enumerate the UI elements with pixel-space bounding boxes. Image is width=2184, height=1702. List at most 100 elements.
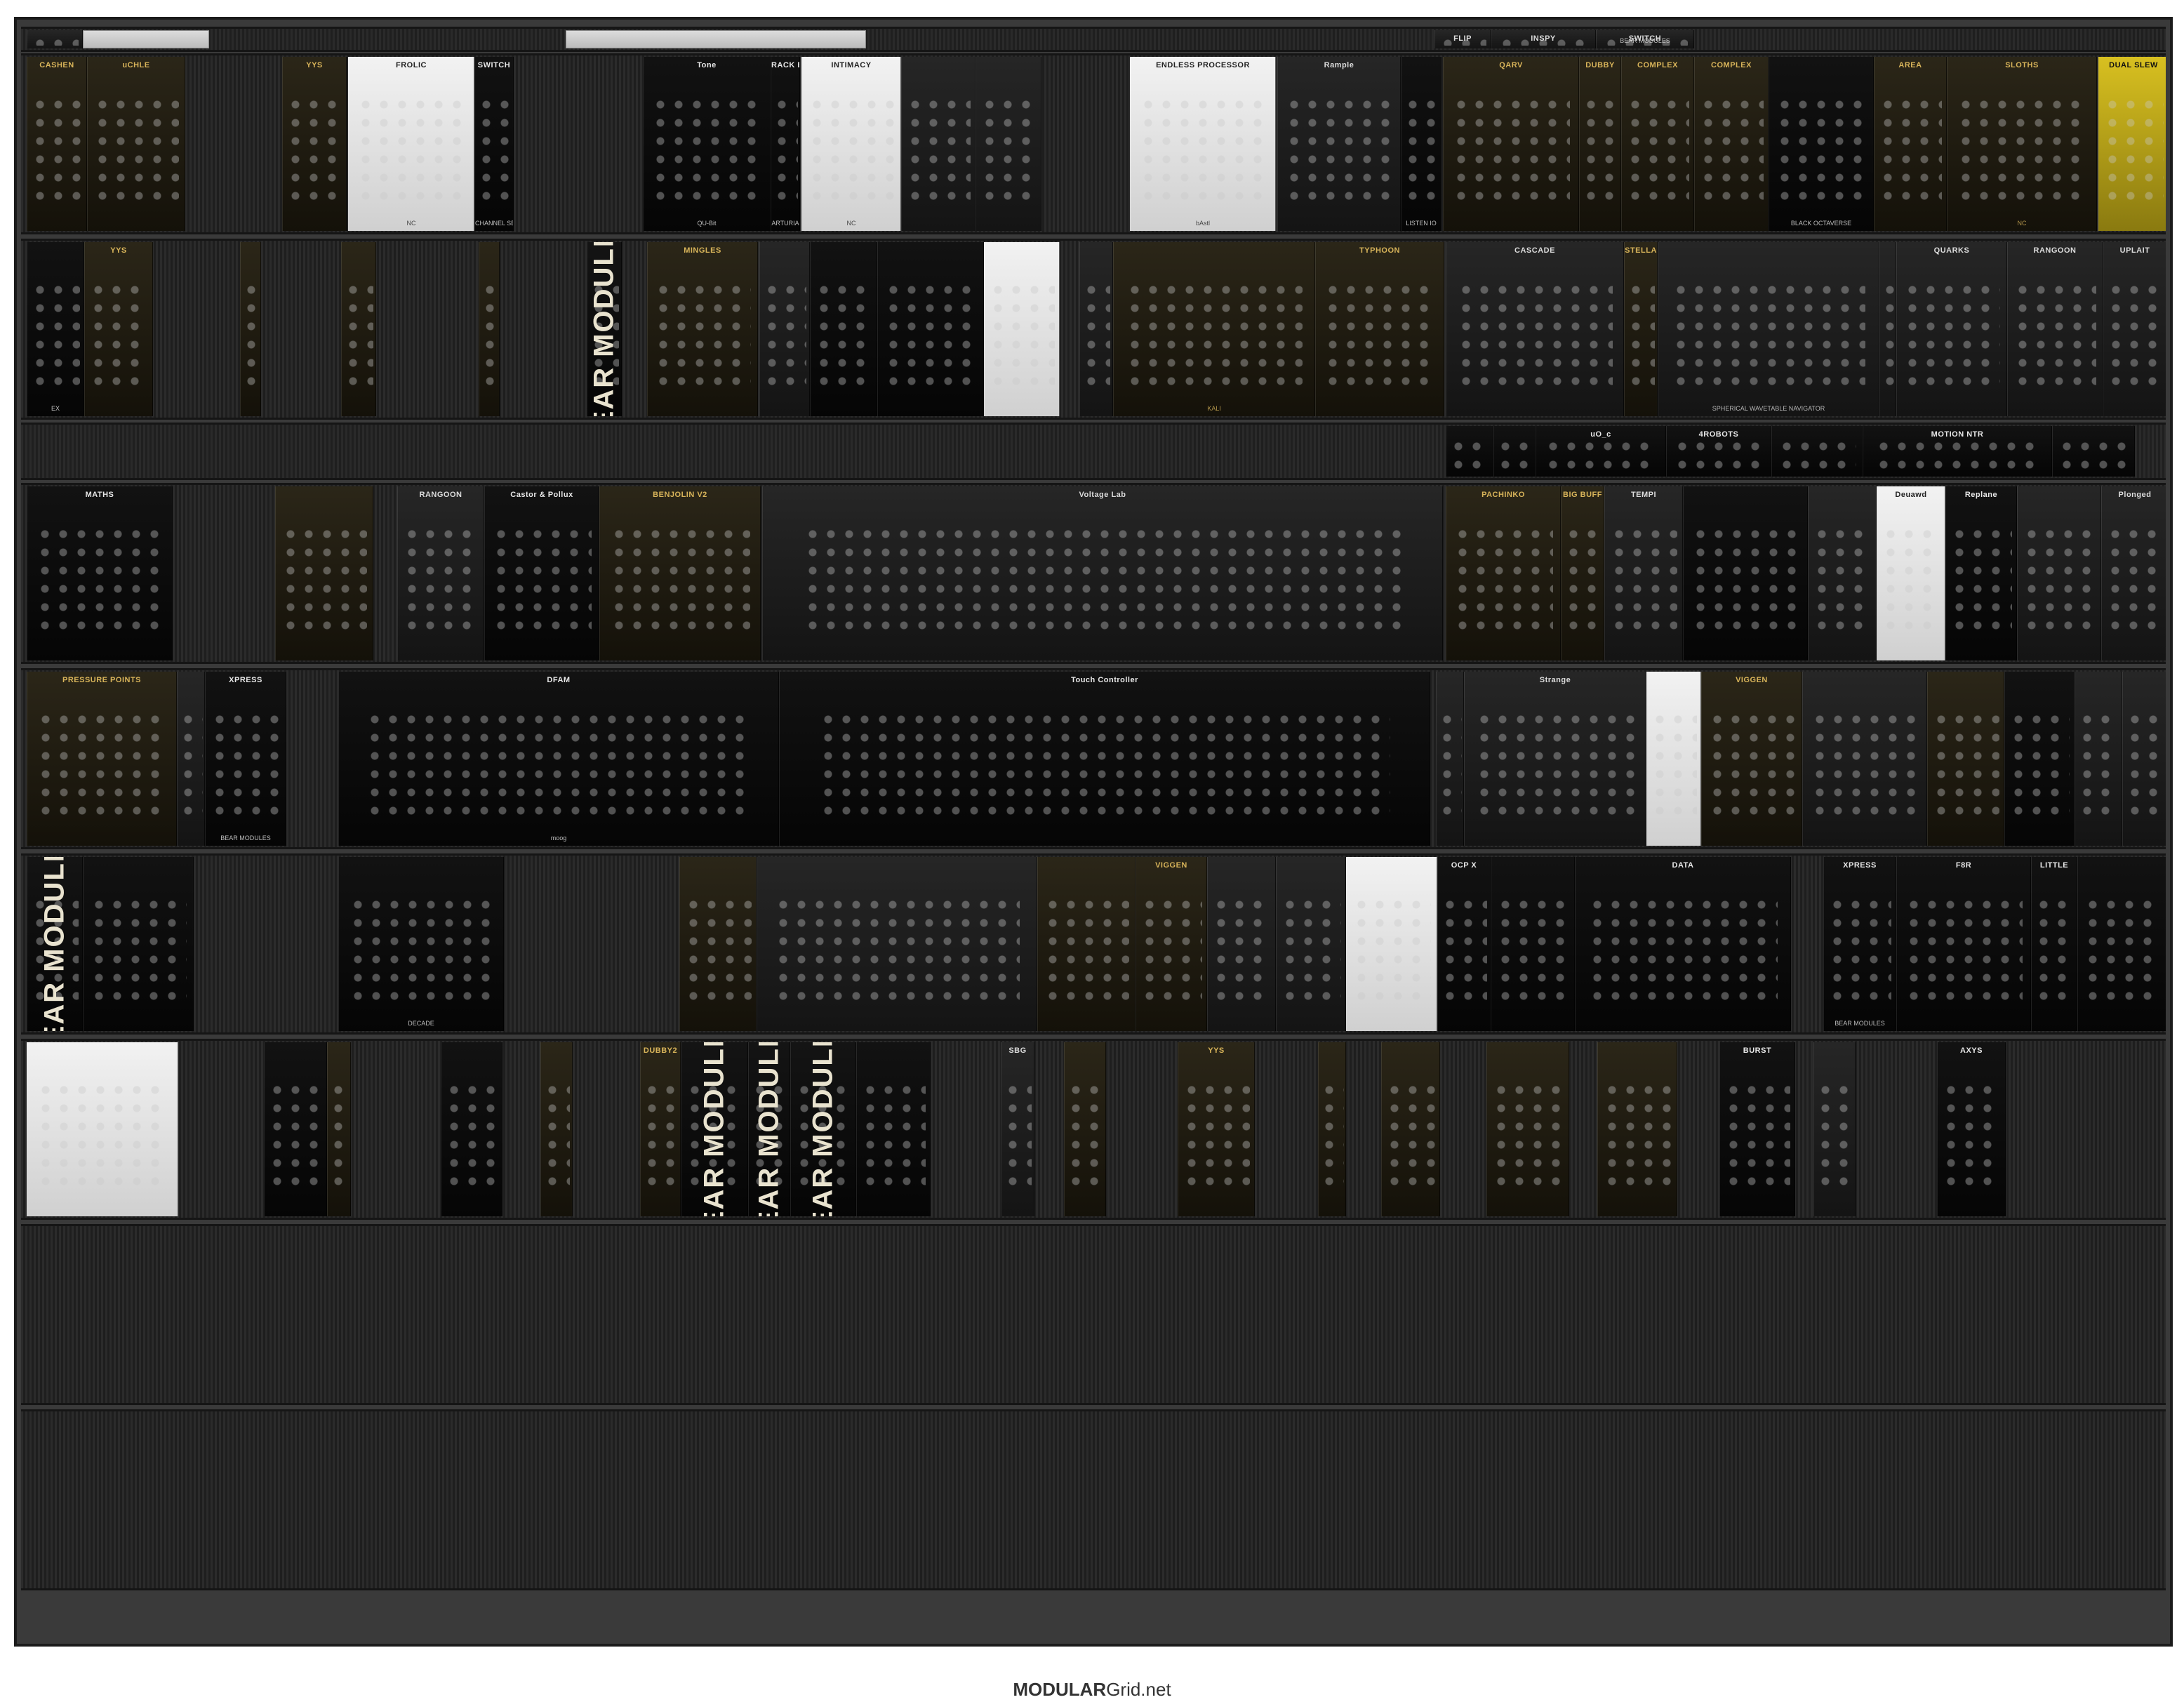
module-row-8-12[interactable] xyxy=(1064,1042,1106,1216)
module-row-3-4[interactable] xyxy=(341,242,376,416)
module-row-2-11[interactable]: ENDLESS PROCESSOR bAstl xyxy=(1130,57,1276,231)
module-row-4-1[interactable] xyxy=(1446,426,1493,477)
module-row-7-10[interactable] xyxy=(1346,857,1437,1031)
module-row-7-9[interactable] xyxy=(1276,857,1346,1031)
module-row-7-3[interactable]: DECADE xyxy=(338,857,504,1031)
module-row-7-5[interactable] xyxy=(757,857,1037,1031)
module-row-3-6[interactable]: BEAR MODULES xyxy=(587,242,622,416)
module-row-8-11[interactable]: SBG xyxy=(1001,1042,1034,1216)
module-row-1-2[interactable] xyxy=(83,30,209,48)
module-row-3-18[interactable] xyxy=(1879,242,1896,416)
module-row-8-9[interactable]: BEAR MODULES xyxy=(790,1042,856,1216)
module-row-5-15[interactable]: Plonged xyxy=(2101,486,2166,660)
module-row-7-1[interactable]: BEAR MODULES xyxy=(27,857,83,1031)
module-row-5-3[interactable]: RANGOON xyxy=(397,486,484,660)
module-row-2-10[interactable] xyxy=(976,57,1041,231)
module-row-6-6[interactable] xyxy=(1436,672,1464,846)
module-row-7-13[interactable]: DATA xyxy=(1575,857,1791,1031)
module-row-3-12[interactable] xyxy=(1079,242,1113,416)
module-row-5-13[interactable]: Replane xyxy=(1945,486,2017,660)
module-row-6-1[interactable]: PRESSURE POINTS xyxy=(27,672,177,846)
module-row-2-14[interactable]: QARV xyxy=(1443,57,1579,231)
module-row-5-4[interactable]: Castor & Pollux xyxy=(484,486,599,660)
module-row-8-8[interactable]: BEAR MODULES xyxy=(748,1042,790,1216)
module-row-3-11[interactable] xyxy=(984,242,1060,416)
module-row-8-5[interactable] xyxy=(540,1042,573,1216)
module-row-2-19[interactable]: AREA xyxy=(1874,57,1947,231)
module-row-8-2[interactable] xyxy=(264,1042,327,1216)
module-row-8-10[interactable] xyxy=(856,1042,931,1216)
module-row-2-20[interactable]: SLOTHS NC xyxy=(1947,57,2097,231)
module-row-6-9[interactable]: VIGGEN xyxy=(1701,672,1802,846)
module-row-2-1[interactable]: CASHEN xyxy=(27,57,87,231)
module-row-3-16[interactable]: STELLA xyxy=(1624,242,1658,416)
module-row-3-14[interactable]: TYPHOON xyxy=(1315,242,1444,416)
module-row-6-3[interactable]: XPRESS BEAR MODULES xyxy=(205,672,286,846)
module-row-5-5[interactable]: BENJOLIN V2 xyxy=(599,486,761,660)
module-row-7-11[interactable]: OCP X xyxy=(1437,857,1491,1031)
module-row-3-15[interactable]: CASCADE xyxy=(1446,242,1624,416)
module-row-3-19[interactable]: QUARKS xyxy=(1896,242,2007,416)
module-row-3-13[interactable]: KALI xyxy=(1113,242,1315,416)
module-row-1-1[interactable] xyxy=(27,30,83,48)
module-row-8-19[interactable] xyxy=(1813,1042,1856,1216)
module-row-2-7[interactable]: RACK BRUTE ARTURIA xyxy=(771,57,800,231)
site-footer[interactable]: MODULARGrid.net xyxy=(0,1679,2184,1701)
module-row-3-20[interactable]: RANGOON xyxy=(2007,242,2103,416)
module-row-3-3[interactable] xyxy=(240,242,261,416)
module-row-8-17[interactable] xyxy=(1597,1042,1677,1216)
module-row-5-1[interactable]: MATHS xyxy=(27,486,173,660)
module-row-4-7[interactable] xyxy=(2052,426,2135,477)
module-row-2-6[interactable]: Tone QU-Bit xyxy=(643,57,771,231)
module-row-2-4[interactable]: FROLIC NC xyxy=(348,57,474,231)
module-row-7-15[interactable]: F8R xyxy=(1896,857,2031,1031)
module-row-3-8[interactable] xyxy=(759,242,810,416)
module-row-8-4[interactable] xyxy=(441,1042,502,1216)
module-row-5-10[interactable] xyxy=(1683,486,1808,660)
module-row-8-13[interactable]: YYS xyxy=(1178,1042,1255,1216)
module-row-2-16[interactable]: COMPLEX xyxy=(1621,57,1694,231)
module-row-5-7[interactable]: PACHINKO xyxy=(1446,486,1561,660)
module-row-6-7[interactable]: Strange xyxy=(1464,672,1646,846)
module-row-8-3[interactable] xyxy=(327,1042,351,1216)
module-row-6-2[interactable] xyxy=(177,672,205,846)
module-row-5-11[interactable] xyxy=(1808,486,1877,660)
module-row-7-7[interactable]: VIGGEN xyxy=(1136,857,1207,1031)
module-row-2-13[interactable]: LISTEN IO xyxy=(1401,57,1441,231)
module-row-2-3[interactable]: YYS xyxy=(282,57,347,231)
module-row-8-14[interactable] xyxy=(1318,1042,1346,1216)
module-row-3-10[interactable] xyxy=(877,242,984,416)
module-row-4-2[interactable] xyxy=(1493,426,1536,477)
module-row-2-5[interactable]: SWITCH CHANNEL SELECT xyxy=(474,57,514,231)
module-row-4-5[interactable] xyxy=(1771,426,1863,477)
module-row-8-18[interactable]: BURST xyxy=(1719,1042,1795,1216)
module-row-6-14[interactable] xyxy=(2122,672,2166,846)
module-row-5-8[interactable]: BIG BUFF xyxy=(1561,486,1604,660)
module-row-1-6[interactable]: SWITCH BEAR MODULES xyxy=(1596,30,1694,48)
module-row-8-1[interactable] xyxy=(27,1042,178,1216)
module-row-2-2[interactable]: uCHLE xyxy=(87,57,185,231)
module-row-2-21[interactable]: DUAL SLEW xyxy=(2098,57,2166,231)
module-row-7-8[interactable] xyxy=(1207,857,1276,1031)
module-row-5-14[interactable] xyxy=(2017,486,2101,660)
module-row-8-7[interactable]: BEAR MODULES xyxy=(681,1042,748,1216)
module-row-2-9[interactable] xyxy=(901,57,976,231)
module-row-7-16[interactable]: LITTLE xyxy=(2031,857,2077,1031)
module-row-2-8[interactable]: INTIMACY NC xyxy=(801,57,901,231)
module-row-8-15[interactable] xyxy=(1381,1042,1440,1216)
module-row-7-4[interactable] xyxy=(679,857,757,1031)
module-row-5-9[interactable]: TEMPI xyxy=(1604,486,1683,660)
module-row-2-15[interactable]: DUBBY xyxy=(1579,57,1621,231)
module-row-4-3[interactable]: uO_c xyxy=(1536,426,1666,477)
module-row-7-14[interactable]: XPRESS BEAR MODULES xyxy=(1823,857,1896,1031)
module-row-5-2[interactable] xyxy=(275,486,373,660)
module-row-7-6[interactable] xyxy=(1037,857,1136,1031)
module-row-4-4[interactable]: 4ROBOTS xyxy=(1666,426,1771,477)
module-row-3-21[interactable]: UPLAIT xyxy=(2103,242,2166,416)
module-row-3-7[interactable]: MINGLES xyxy=(647,242,758,416)
module-row-3-9[interactable] xyxy=(810,242,877,416)
module-row-8-20[interactable]: AXYS xyxy=(1937,1042,2006,1216)
module-row-3-5[interactable] xyxy=(479,242,500,416)
module-row-6-12[interactable] xyxy=(2004,672,2075,846)
module-row-2-12[interactable]: Rample xyxy=(1277,57,1401,231)
